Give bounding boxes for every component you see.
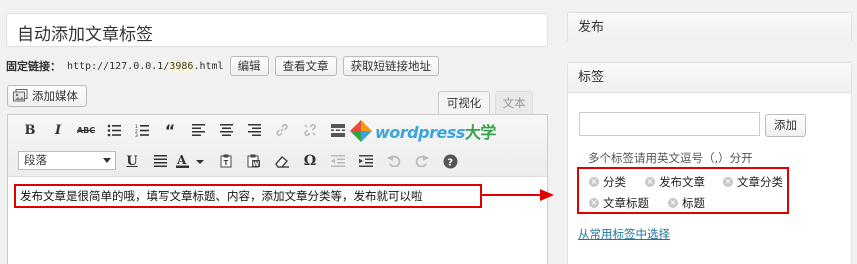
add-media-label: 添加媒体 [32,89,78,103]
tag-label: 分类 [603,175,626,189]
tag-item: × 发布文章 [645,174,705,190]
numbered-list-icon: 123 [135,124,149,137]
read-more-icon [331,123,345,137]
align-left-icon [191,124,205,136]
remove-tag-icon[interactable]: × [589,198,599,208]
publish-box-title[interactable]: 发布 [568,13,851,43]
tag-item: × 文章标题 [589,195,649,211]
media-icon [13,89,28,102]
chevron-down-icon [103,158,111,163]
svg-text:3: 3 [135,133,138,137]
wordpress-daxue-wordmark: wordpress大学 [375,123,496,142]
tag-item: × 分类 [589,174,626,190]
permalink-label: 固定链接： [6,60,61,73]
align-right-button[interactable] [244,120,264,140]
svg-text:?: ? [447,157,453,168]
redo-icon [415,155,429,167]
special-character-button[interactable]: Ω [300,151,320,171]
insert-link-button[interactable] [272,120,292,140]
eraser-icon [275,155,289,168]
add-tag-button[interactable]: 添加 [765,114,806,137]
tag-label: 发布文章 [659,175,705,189]
link-icon [276,124,288,136]
paste-word-icon: W [247,154,260,168]
tag-cloud-link[interactable]: 从常用标签中选择 [578,226,670,242]
annotation-arrow-head [540,189,554,201]
post-editor[interactable]: B I ABC 123 “ wordpress大学 段落 U A T W Ω ?… [7,114,548,264]
tag-label: 标题 [682,196,705,210]
undo-button[interactable] [384,151,404,171]
edit-permalink-button[interactable]: 编辑 [229,56,269,76]
svg-text:A: A [176,154,187,167]
undo-icon [387,155,401,167]
text-color-icon: A [176,154,204,168]
svg-text:T: T [223,159,228,167]
add-media-button[interactable]: 添加媒体 [7,85,87,107]
wordpress-daxue-logo: wordpress大学 [350,119,496,143]
permalink-url-suffix: .html [193,60,224,72]
strikethrough-button[interactable]: ABC [76,120,96,140]
bullet-list-button[interactable] [104,120,124,140]
get-shortlink-button[interactable]: 获取短链接地址 [342,56,440,76]
svg-text:W: W [253,161,260,168]
unlink-icon [304,124,316,136]
permalink-url-prefix: http://127.0.0.1/ [67,60,170,72]
outdent-icon [331,155,345,167]
post-title-input[interactable]: 自动添加文章标签 [6,13,548,47]
tag-help-text: 多个标签请用英文逗号（,）分开 [588,151,753,165]
clear-formatting-button[interactable] [272,151,292,171]
unlink-button[interactable] [300,120,320,140]
tags-box: 标签 添加 多个标签请用英文逗号（,）分开 × 分类 × 发布文章 × 文章分类… [567,62,852,264]
remove-tag-icon[interactable]: × [668,198,678,208]
tag-label: 文章分类 [737,175,783,189]
justify-icon [153,155,167,167]
help-icon: ? [443,154,457,168]
help-button[interactable]: ? [440,151,460,171]
redo-button[interactable] [412,151,432,171]
format-select[interactable]: 段落 [18,151,116,170]
align-center-icon [219,124,233,136]
wordpress-daxue-mark-icon [350,120,372,142]
numbered-list-button[interactable]: 123 [132,120,152,140]
editor-content-text: 发布文章是很简单的哦，填写文章标题、内容，添加文章分类等，发布就可以啦 [14,184,482,208]
tags-box-title[interactable]: 标签 [568,63,851,93]
paste-text-icon: T [220,154,231,168]
tag-item: × 标题 [668,195,705,211]
align-left-button[interactable] [188,120,208,140]
permalink-url[interactable]: http://127.0.0.1/3986.html [67,60,224,72]
indent-button[interactable] [356,151,376,171]
bold-button[interactable]: B [20,120,40,140]
annotation-arrow-line [482,194,542,196]
justify-button[interactable] [150,151,170,171]
tag-item: × 文章分类 [723,174,783,190]
align-right-icon [247,124,261,136]
format-select-value: 段落 [24,153,47,167]
italic-button[interactable]: I [48,120,68,140]
permalink-slug[interactable]: 3986 [169,60,194,72]
editor-toolbar: B I ABC 123 “ wordpress大学 段落 U A T W Ω ? [8,115,547,177]
align-center-button[interactable] [216,120,236,140]
paste-text-button[interactable]: T [216,151,236,171]
tag-input[interactable] [579,112,760,136]
read-more-button[interactable] [328,120,348,140]
underline-button[interactable]: U [122,151,142,171]
tag-list: × 分类 × 发布文章 × 文章分类 × 文章标题 × 标题 [577,167,789,214]
remove-tag-icon[interactable]: × [645,177,655,187]
publish-box: 发布 [567,12,852,43]
text-color-button[interactable]: A [176,151,210,171]
remove-tag-icon[interactable]: × [589,177,599,187]
permalink-row: 固定链接： http://127.0.0.1/3986.html 编辑 查看文章… [6,56,440,76]
view-post-button[interactable]: 查看文章 [274,56,337,76]
remove-tag-icon[interactable]: × [723,177,733,187]
blockquote-button[interactable]: “ [160,120,180,140]
paste-word-button[interactable]: W [244,151,264,171]
outdent-button[interactable] [328,151,348,171]
tag-label: 文章标题 [603,196,649,210]
bullet-list-icon [107,124,121,136]
tab-text[interactable]: 文本 [495,91,533,115]
indent-icon [359,155,373,167]
tab-visual[interactable]: 可视化 [438,91,490,115]
